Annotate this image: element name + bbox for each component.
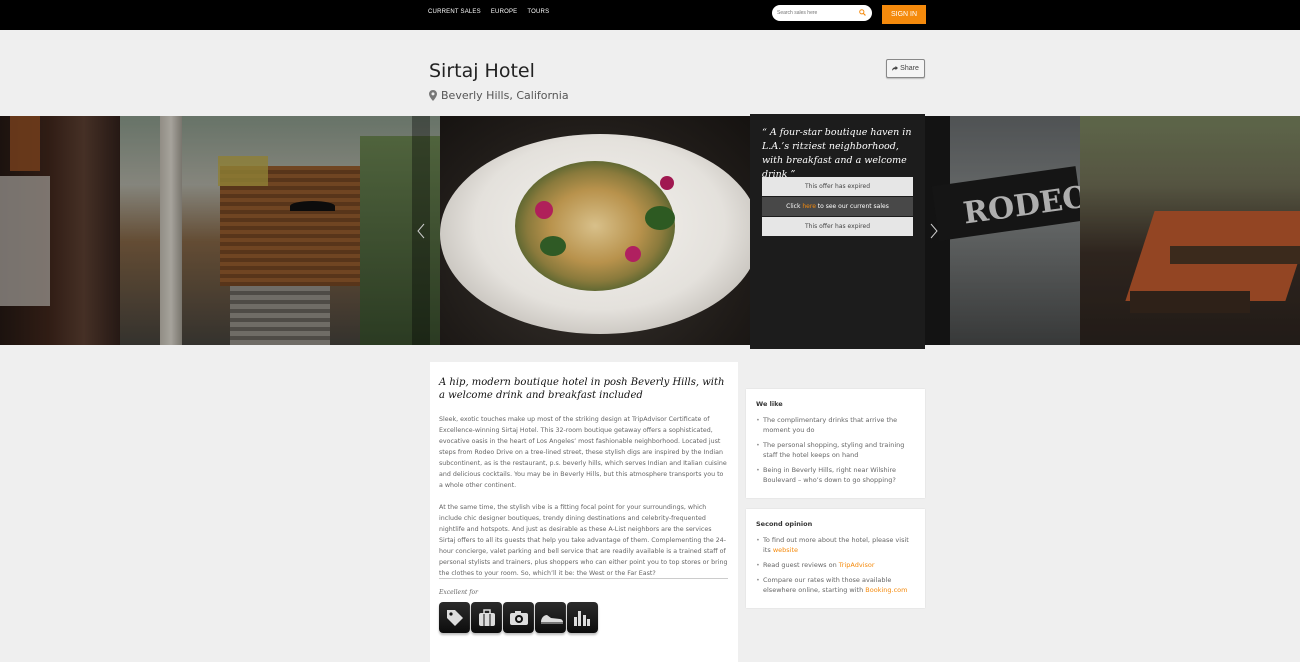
nav-current-sales[interactable]: CURRENT SALES [428, 9, 481, 15]
map-pin-icon [429, 90, 437, 101]
nav-tours[interactable]: TOURS [527, 9, 549, 15]
list-item: Being in Beverly Hills, right near Wilsh… [756, 465, 916, 485]
photo-bedroom [0, 116, 120, 345]
sneakers-icon [535, 602, 566, 633]
location-line: Beverly Hills, California [429, 89, 569, 102]
offer-panel: “ A four-star boutique haven in L.A.’s r… [750, 114, 925, 349]
photo-pasta-dish [440, 116, 760, 345]
excellent-for-label: Excellent for [439, 589, 478, 596]
we-like-panel: We like The complimentary drinks that ar… [746, 389, 925, 498]
list-item: The personal shopping, styling and train… [756, 440, 916, 460]
city-skyline-icon [567, 602, 598, 633]
chevron-right-icon [930, 223, 938, 238]
offer-quote: “ A four-star boutique haven in L.A.’s r… [762, 127, 912, 180]
sign-in-button[interactable]: SIGN IN [882, 5, 926, 24]
photo-exterior [120, 116, 440, 345]
nav-europe[interactable]: EUROPE [491, 9, 518, 15]
excellent-for-icons [439, 602, 598, 633]
description-paragraph-1: Sleek, exotic touches make up most of th… [439, 416, 727, 489]
main-nav: CURRENT SALES EUROPE TOURS [428, 9, 549, 15]
booking-com-link[interactable]: Booking.com [865, 586, 907, 594]
click-suffix: to see our current sales [815, 203, 889, 210]
description-card: A hip, modern boutique hotel in posh Bev… [430, 362, 738, 662]
offer-expired-notice: This offer has expired [762, 177, 913, 196]
gallery-prev-button[interactable] [412, 116, 430, 345]
location-text: Beverly Hills, California [441, 89, 569, 102]
we-like-list: The complimentary drinks that arrive the… [756, 415, 916, 490]
list-item: To find out more about the hotel, please… [756, 535, 916, 555]
camera-icon [503, 602, 534, 633]
current-sales-notice: Click here to see our current sales [762, 197, 913, 216]
hotel-website-link[interactable]: website [773, 546, 798, 554]
share-button[interactable]: Share [886, 59, 925, 78]
tripadvisor-link[interactable]: TripAdvisor [839, 561, 875, 569]
photo-rodeo-sign: RODEO [925, 116, 1091, 345]
gallery-next-button[interactable] [925, 116, 943, 345]
second-opinion-heading: Second opinion [756, 520, 813, 528]
search-input[interactable] [777, 8, 857, 18]
list-item: The complimentary drinks that arrive the… [756, 415, 916, 435]
share-label: Share [900, 65, 919, 72]
search-box [772, 5, 872, 21]
item-text: Read guest reviews on [763, 561, 839, 569]
description-headline: A hip, modern boutique hotel in posh Bev… [439, 377, 725, 401]
divider [439, 578, 728, 579]
page-title: Sirtaj Hotel [429, 60, 535, 82]
offer-expired-notice-2: This offer has expired [762, 217, 913, 236]
click-prefix: Click [786, 203, 803, 210]
share-icon [892, 66, 899, 71]
photo-terrace [1080, 116, 1300, 345]
description-paragraph-2: At the same time, the stylish vibe is a … [439, 504, 728, 577]
second-opinion-panel: Second opinion To find out more about th… [746, 509, 925, 608]
search-icon[interactable] [859, 9, 866, 16]
chevron-left-icon [417, 223, 425, 238]
current-sales-link[interactable]: here [802, 203, 816, 210]
photo-gallery[interactable]: RODEO [0, 116, 1300, 345]
list-item: Compare our rates with those available e… [756, 575, 916, 595]
luggage-icon [471, 602, 502, 633]
top-navigation-bar: CURRENT SALES EUROPE TOURS SIGN IN [0, 0, 1300, 30]
list-item: Read guest reviews on TripAdvisor [756, 560, 916, 570]
we-like-heading: We like [756, 400, 783, 408]
second-opinion-list: To find out more about the hotel, please… [756, 535, 916, 600]
shopping-tag-icon [439, 602, 470, 633]
